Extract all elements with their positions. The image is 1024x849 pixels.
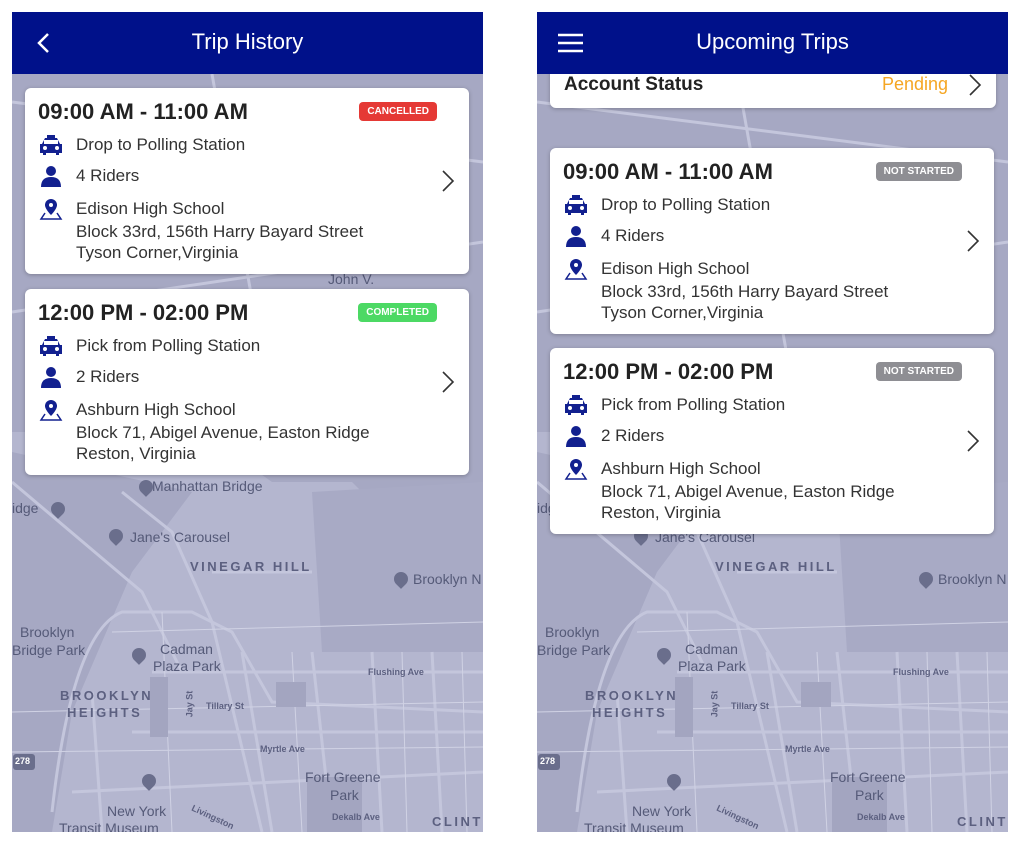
map-label: Bridge Park — [12, 642, 86, 658]
map-label: Jane's Carousel — [130, 529, 230, 545]
chevron-right-icon — [442, 371, 455, 393]
route-shield: 278 — [15, 756, 31, 766]
trip-card[interactable]: 12:00 PM - 02:00 PM COMPLETED Pick from … — [25, 289, 469, 475]
map-label: Jay St — [184, 690, 195, 718]
trip-card[interactable]: 12:00 PM - 02:00 PM NOT STARTED Pick fro… — [550, 348, 994, 534]
chevron-right-icon — [442, 170, 455, 192]
map-label: Brooklyn — [20, 624, 75, 640]
taxi-icon — [40, 336, 62, 356]
map-label: VINEGAR HILL — [715, 559, 837, 574]
map-label: Plaza Park — [153, 658, 221, 674]
rider-count: 2 Riders — [601, 426, 665, 445]
map-label: Jay St — [709, 690, 720, 718]
page-title: Upcoming Trips — [696, 29, 849, 54]
map-label: idge — [12, 500, 39, 516]
map-label: Brooklyn N — [938, 571, 1007, 587]
person-icon — [566, 426, 586, 447]
map-label: Brooklyn N — [413, 571, 482, 587]
status-badge: NOT STARTED — [875, 362, 962, 381]
map-label: New York — [632, 803, 692, 819]
address-line-1: Block 33rd, 156th Harry Bayard Street — [76, 222, 364, 241]
place-name: Ashburn High School — [601, 459, 761, 478]
map-label: Dekalb Ave — [857, 812, 905, 822]
chevron-right-icon — [967, 230, 980, 252]
account-status-label: Account Status — [564, 74, 704, 95]
rider-count: 4 Riders — [601, 226, 665, 245]
address-line-1: Block 33rd, 156th Harry Bayard Street — [601, 282, 889, 301]
map-label: Dekalb Ave — [332, 812, 380, 822]
rider-count: 2 Riders — [76, 367, 140, 386]
location-pin-icon — [564, 459, 588, 480]
person-icon — [41, 166, 61, 187]
map-label: Manhattan Bridge — [152, 478, 263, 494]
status-badge: NOT STARTED — [875, 162, 962, 181]
location-pin-icon — [39, 400, 63, 421]
place-name: Ashburn High School — [76, 400, 236, 419]
map-label: CLINT — [432, 814, 483, 829]
trip-time: 12:00 PM - 02:00 PM — [563, 359, 774, 384]
chevron-right-icon — [969, 74, 982, 96]
address-line-1: Block 71, Abigel Avenue, Easton Ridge — [76, 423, 370, 442]
trip-time: 09:00 AM - 11:00 AM — [38, 99, 248, 124]
address-line-2: Tyson Corner,Virginia — [601, 303, 764, 322]
map-label: BROOKLYN — [60, 688, 154, 703]
map-label: Tillary St — [206, 701, 244, 711]
app-header: Upcoming Trips — [537, 12, 1008, 74]
status-badge: COMPLETED — [358, 303, 437, 322]
taxi-icon — [565, 395, 587, 415]
map-label: Myrtle Ave — [260, 744, 305, 754]
map-label: Park — [855, 787, 884, 803]
map-label: Brooklyn — [545, 624, 600, 640]
trip-card[interactable]: 09:00 AM - 11:00 AM NOT STARTED Drop to … — [550, 148, 994, 334]
route-shield: 278 — [540, 756, 556, 766]
trip-history-screen: Manhattan Bridge idge Jane's Carousel VI… — [12, 12, 483, 832]
map-label: Flushing Ave — [368, 667, 424, 677]
map-label: Cadman — [685, 641, 738, 657]
map-label: Flushing Ave — [893, 667, 949, 677]
map-label: Transit Museum — [59, 820, 159, 832]
page-title: Trip History — [191, 29, 304, 54]
trip-time: 12:00 PM - 02:00 PM — [38, 300, 249, 325]
account-status-value: Pending — [881, 74, 948, 94]
chevron-right-icon — [967, 430, 980, 452]
map-label: Fort Greene — [830, 769, 906, 785]
map-label: Plaza Park — [678, 658, 746, 674]
map-label: BROOKLYN — [585, 688, 679, 703]
trip-card[interactable]: 09:00 AM - 11:00 AM CANCELLED Drop to Po… — [25, 88, 469, 274]
map-label: Fort Greene — [305, 769, 381, 785]
map-label: Park — [330, 787, 359, 803]
app-header: Trip History — [12, 12, 483, 74]
address-line-1: Block 71, Abigel Avenue, Easton Ridge — [601, 482, 895, 501]
map-label: HEIGHTS — [592, 705, 668, 720]
location-pin-icon — [39, 199, 63, 220]
rider-count: 4 Riders — [76, 166, 140, 185]
taxi-icon — [40, 135, 62, 155]
address-line-2: Reston, Virginia — [601, 503, 721, 522]
status-badge: CANCELLED — [359, 102, 437, 121]
map-label: Tillary St — [731, 701, 769, 711]
upcoming-trips-screen: Manhattan Bridge idge Jane's Carousel VI… — [537, 12, 1008, 832]
place-name: Edison High School — [76, 199, 225, 218]
map-label: Transit Museum — [584, 820, 684, 832]
address-line-2: Tyson Corner,Virginia — [76, 243, 239, 262]
place-name: Edison High School — [601, 259, 750, 278]
map-label: HEIGHTS — [67, 705, 143, 720]
map-label: Bridge Park — [537, 642, 611, 658]
map-label: Myrtle Ave — [785, 744, 830, 754]
map-label: Cadman — [160, 641, 213, 657]
location-pin-icon — [564, 259, 588, 280]
person-icon — [566, 226, 586, 247]
trip-type: Drop to Polling Station — [76, 135, 246, 154]
trip-type: Drop to Polling Station — [601, 195, 771, 214]
taxi-icon — [565, 195, 587, 215]
map-label: New York — [107, 803, 167, 819]
map-label: VINEGAR HILL — [190, 559, 312, 574]
person-icon — [41, 367, 61, 388]
map-label: CLINT — [957, 814, 1008, 829]
trip-type: Pick from Polling Station — [76, 336, 261, 355]
address-line-2: Reston, Virginia — [76, 444, 196, 463]
trip-type: Pick from Polling Station — [601, 395, 786, 414]
trip-time: 09:00 AM - 11:00 AM — [563, 159, 773, 184]
